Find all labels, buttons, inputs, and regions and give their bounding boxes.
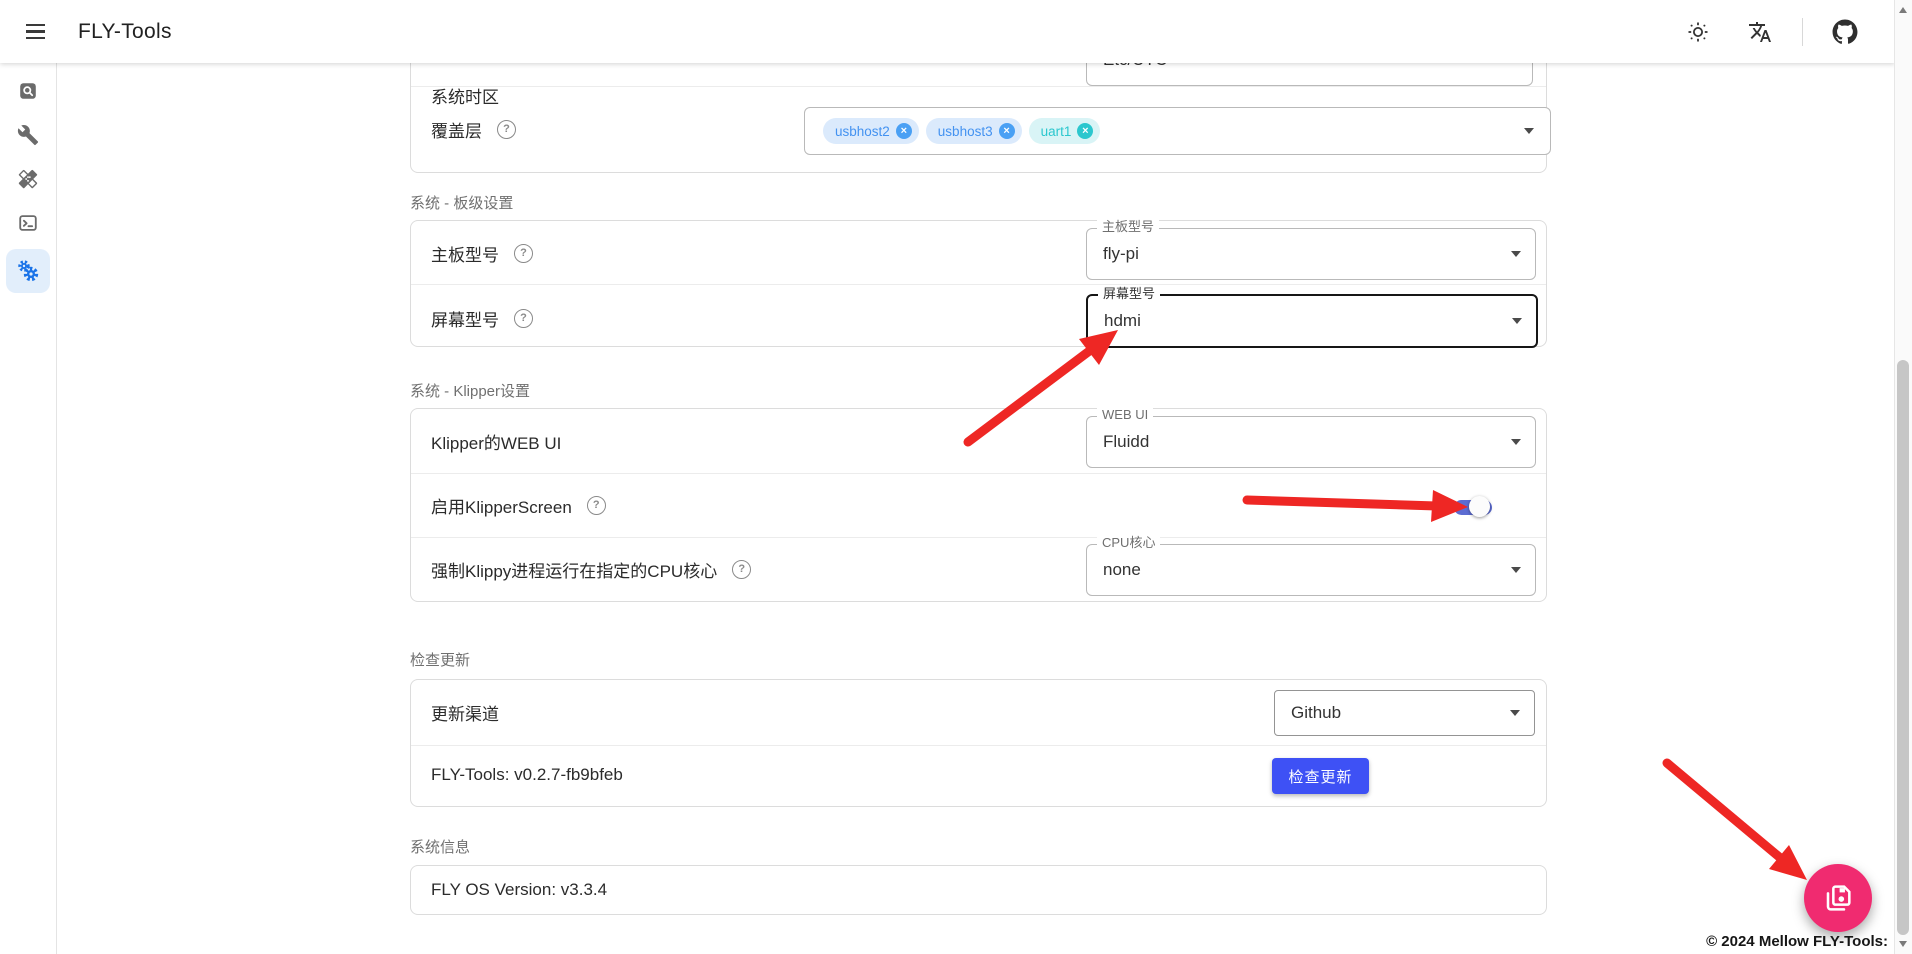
appbar-divider [1802, 18, 1803, 46]
scrollbar-down-arrow[interactable] [1899, 941, 1907, 947]
klipperscreen-label: 启用KlipperScreen [431, 493, 572, 518]
theme-brightness-icon[interactable] [1678, 12, 1718, 52]
wrench-icon [17, 124, 39, 146]
card-board-settings: 主板型号 ? 主板型号 fly-pi 屏幕型号 ? 屏幕型号 hdmi [410, 220, 1547, 347]
fly-tools-settings-page: 系统时区 Etc/UTC 覆盖层 ? usbhost2 × usbhost3 ×… [0, 0, 1912, 954]
sidebar-item-healing[interactable] [6, 157, 50, 201]
cpu-core-select[interactable]: CPU核心 none [1086, 544, 1536, 596]
check-update-button[interactable]: 检查更新 [1272, 758, 1369, 794]
section-check-update: 检查更新 [410, 649, 470, 670]
save-all-icon [1822, 882, 1854, 914]
screen-model-select[interactable]: 屏幕型号 hdmi [1086, 294, 1538, 348]
save-fab-button[interactable] [1804, 864, 1872, 932]
row-divider [411, 86, 1546, 87]
webui-label: Klipper的WEB UI [431, 429, 561, 454]
chevron-down-icon [1511, 439, 1521, 445]
board-model-select[interactable]: 主板型号 fly-pi [1086, 228, 1536, 280]
annotation-arrow-fab [1667, 763, 1784, 861]
row-divider [411, 537, 1546, 538]
scrollbar [1894, 0, 1912, 954]
sidebar-item-system-settings[interactable] [6, 249, 50, 293]
chevron-down-icon [1524, 128, 1534, 134]
overlay-chips-field[interactable]: usbhost2 × usbhost3 × uart1 × [804, 107, 1551, 155]
flytools-version-text: FLY-Tools: v0.2.7-fb9bfeb [431, 765, 623, 785]
section-klipper-settings: 系统 - Klipper设置 [410, 380, 530, 401]
section-board-settings: 系统 - 板级设置 [410, 192, 513, 213]
screen-model-label: 屏幕型号 [431, 306, 499, 331]
webui-select[interactable]: WEB UI Fluidd [1086, 416, 1536, 468]
row-divider [411, 745, 1546, 746]
overlay-label: 覆盖层 [431, 117, 482, 142]
update-channel-select[interactable]: Github [1274, 690, 1535, 736]
klipperscreen-toggle-thumb[interactable] [1469, 496, 1490, 517]
translate-icon[interactable] [1740, 12, 1780, 52]
healing-icon [17, 168, 39, 190]
row-divider [411, 473, 1546, 474]
help-icon[interactable]: ? [587, 496, 606, 515]
copyright-text: © 2024 Mellow FLY-Tools: [1706, 933, 1888, 950]
scrollbar-up-arrow[interactable] [1899, 7, 1907, 13]
sidebar [0, 63, 57, 954]
help-icon[interactable]: ? [514, 244, 533, 263]
cpu-core-label: 强制Klippy进程运行在指定的CPU核心 [431, 557, 717, 582]
update-channel-label: 更新渠道 [431, 700, 499, 725]
chip-uart1[interactable]: uart1 × [1029, 118, 1101, 144]
appbar: FLY-Tools [0, 0, 1895, 63]
chip-usbhost2[interactable]: usbhost2 × [823, 118, 919, 144]
card-klipper-settings: Klipper的WEB UI WEB UI Fluidd 启用KlipperSc… [410, 408, 1547, 602]
os-version-text: FLY OS Version: v3.3.4 [431, 880, 607, 900]
app-title: FLY-Tools [78, 20, 172, 44]
chevron-down-icon [1512, 318, 1522, 324]
terminal-icon [17, 212, 39, 234]
sidebar-item-file-search[interactable] [6, 69, 50, 113]
sidebar-item-terminal[interactable] [6, 201, 50, 245]
chip-close-icon[interactable]: × [1077, 123, 1093, 139]
chevron-down-icon [1511, 251, 1521, 257]
menu-icon[interactable] [16, 12, 56, 52]
chip-usbhost3[interactable]: usbhost3 × [926, 118, 1022, 144]
chip-close-icon[interactable]: × [999, 123, 1015, 139]
section-system-info: 系统信息 [410, 836, 470, 857]
chip-close-icon[interactable]: × [896, 123, 912, 139]
github-icon[interactable] [1825, 12, 1865, 52]
card-update: 更新渠道 Github FLY-Tools: v0.2.7-fb9bfeb 检查… [410, 679, 1547, 807]
file-search-icon [17, 80, 39, 102]
scrollbar-thumb[interactable] [1897, 360, 1909, 935]
row-divider [411, 284, 1546, 285]
board-model-label: 主板型号 [431, 241, 499, 266]
chevron-down-icon [1511, 567, 1521, 573]
help-icon[interactable]: ? [514, 309, 533, 328]
help-icon[interactable]: ? [732, 560, 751, 579]
help-icon[interactable]: ? [497, 120, 516, 139]
chevron-down-icon [1510, 710, 1520, 716]
settings-gears-icon [15, 258, 41, 284]
card-system-info: FLY OS Version: v3.3.4 [410, 865, 1547, 915]
sidebar-item-tools[interactable] [6, 113, 50, 157]
